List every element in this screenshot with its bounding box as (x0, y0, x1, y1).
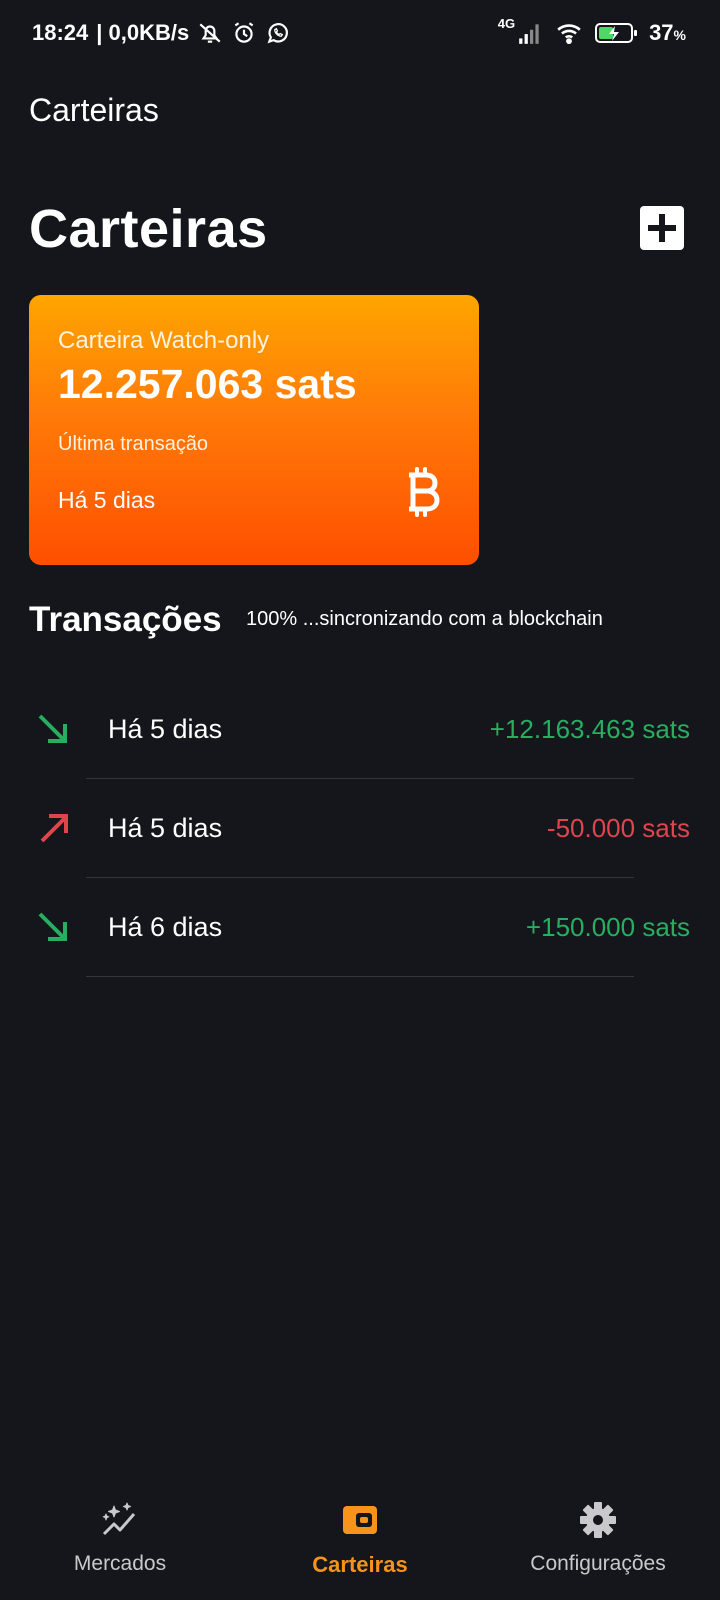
network-type: 4G (497, 16, 516, 31)
signal-icon (517, 20, 543, 46)
battery-icon (595, 21, 639, 45)
wallet-label: Carteira Watch-only (58, 327, 270, 354)
status-time: 18:24 (32, 20, 89, 45)
wallet-card[interactable]: Carteira Watch-only 12.257.063 sats Últi… (29, 295, 479, 565)
wallet-balance: 12.257.063 sats (58, 361, 357, 407)
incoming-arrow-icon (36, 712, 70, 746)
nav-label: Carteiras (312, 1552, 408, 1577)
app-bar-title: Carteiras (29, 92, 159, 128)
divider (86, 976, 634, 977)
status-right: 4G 37% (498, 16, 686, 46)
last-transaction-value: Há 5 dias (58, 487, 156, 513)
muted-bell-icon (197, 20, 223, 46)
gear-icon (578, 1500, 618, 1540)
nav-item-mercados[interactable]: Mercados (70, 1500, 170, 1576)
status-left: 18:24 | 0,0KB/s (32, 20, 291, 46)
status-speed: | 0,0KB/s (96, 20, 190, 45)
transaction-amount: +12.163.463 sats (489, 714, 690, 744)
status-bar: 18:24 | 0,0KB/s 4G 37% (0, 0, 720, 66)
transaction-row[interactable]: Há 6 dias +150.000 sats (0, 878, 720, 977)
wifi-icon (553, 20, 585, 46)
last-transaction-label: Última transação (58, 433, 209, 455)
page-title: Carteiras (29, 199, 268, 259)
sync-status: 100% ...sincronizando com a blockchain (246, 608, 603, 630)
add-wallet-button[interactable] (640, 206, 684, 250)
alarm-icon (231, 20, 257, 46)
whatsapp-icon (265, 20, 291, 46)
transaction-date: Há 5 dias (108, 813, 223, 843)
transaction-amount: -50.000 sats (546, 813, 690, 843)
transaction-date: Há 5 dias (108, 714, 223, 744)
nav-label: Mercados (73, 1552, 167, 1575)
nav-label: Configurações (530, 1552, 666, 1575)
transaction-row[interactable]: Há 5 dias +12.163.463 sats (0, 680, 720, 779)
transaction-amount: +150.000 sats (525, 912, 690, 942)
transactions-list: Há 5 dias +12.163.463 sats Há 5 dias -50… (0, 680, 720, 977)
transaction-date: Há 6 dias (108, 912, 223, 942)
bottom-nav: Mercados Carteiras Configurações (0, 1500, 720, 1600)
nav-item-carteiras[interactable]: Carteiras (300, 1500, 420, 1578)
transaction-row[interactable]: Há 5 dias -50.000 sats (0, 779, 720, 878)
nav-item-configuracoes[interactable]: Configurações (518, 1500, 678, 1576)
incoming-arrow-icon (36, 910, 70, 944)
bitcoin-icon (403, 467, 443, 517)
transactions-title: Transações (29, 600, 222, 639)
sparkle-chart-icon (100, 1500, 140, 1540)
wallet-icon (340, 1500, 380, 1540)
outgoing-arrow-icon (36, 811, 70, 845)
battery-percent: 37% (649, 20, 686, 45)
